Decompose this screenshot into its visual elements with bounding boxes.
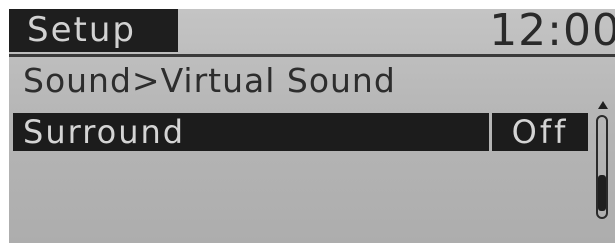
- scroll-thumb[interactable]: [598, 175, 606, 211]
- breadcrumb: Sound>Virtual Sound: [23, 61, 396, 100]
- setup-title: Setup: [9, 9, 178, 52]
- menu-item-surround[interactable]: Surround: [13, 113, 489, 151]
- surround-value[interactable]: Off: [492, 113, 588, 151]
- clock: 12:00: [489, 9, 615, 56]
- header-divider: [9, 54, 615, 57]
- display-screen: Setup 12:00 Sound>Virtual Sound Surround…: [9, 9, 615, 243]
- scrollbar[interactable]: [594, 101, 612, 221]
- scroll-up-arrow-icon[interactable]: [598, 101, 608, 109]
